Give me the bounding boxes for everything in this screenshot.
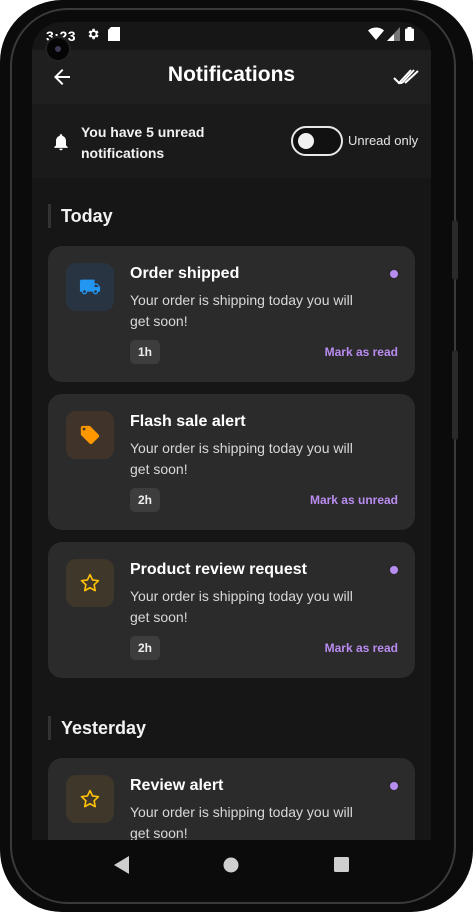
- signal-icon: [387, 27, 400, 41]
- front-camera: [45, 36, 71, 62]
- volume-button: [452, 220, 458, 280]
- unread-banner: You have 5 unread notifications Unread o…: [32, 104, 431, 178]
- unread-count-text: You have 5 unread notifications: [81, 124, 205, 161]
- power-button: [452, 350, 458, 440]
- icon-tile: [66, 775, 114, 823]
- section-header-today: Today: [48, 204, 113, 228]
- unread-dot: [390, 270, 398, 278]
- notification-body: Your order is shipping today you will ge…: [130, 292, 353, 329]
- nav-recents-icon[interactable]: [334, 857, 349, 872]
- star-icon: [80, 789, 100, 808]
- toggle-knob: [298, 133, 314, 149]
- unread-only-toggle[interactable]: [291, 126, 343, 156]
- sd-card-icon: [108, 27, 120, 41]
- mark-as-read-link[interactable]: Mark as read: [325, 641, 398, 655]
- notification-body: Your order is shipping today you will ge…: [130, 588, 353, 625]
- truck-icon: [79, 279, 101, 295]
- status-bar: 3:23: [32, 22, 431, 50]
- notification-body: Your order is shipping today you will ge…: [130, 440, 353, 477]
- icon-tile: [66, 263, 114, 311]
- unread-only-label: Unread only: [348, 133, 419, 148]
- settings-icon: [88, 28, 99, 40]
- notification-title: Flash sale alert: [130, 413, 246, 430]
- nav-back-icon[interactable]: [114, 856, 130, 874]
- icon-tile: [66, 559, 114, 607]
- star-icon: [80, 573, 100, 592]
- done-all-icon[interactable]: [393, 67, 419, 87]
- tag-icon: [80, 425, 100, 445]
- phone-frame: 3:23 Notifications: [0, 0, 473, 912]
- notification-body: Your order is shipping today you will ge…: [130, 804, 353, 840]
- time-badge: 1h: [130, 340, 161, 364]
- unread-dot: [390, 566, 398, 574]
- notification-card[interactable]: Flash sale alert Your order is shipping …: [48, 394, 415, 530]
- bell-icon: [54, 134, 68, 151]
- page-title: Notifications: [167, 63, 296, 86]
- mark-as-read-link[interactable]: Mark as read: [325, 345, 398, 359]
- notification-title: Review alert: [130, 777, 224, 794]
- notification-card[interactable]: Order shipped Your order is shipping tod…: [48, 246, 415, 382]
- notification-card[interactable]: Review alert Your order is shipping toda…: [48, 758, 415, 840]
- notification-title: Product review request: [130, 561, 307, 578]
- screen: 3:23 Notifications: [32, 22, 431, 840]
- time-badge: 2h: [130, 488, 161, 512]
- nav-home-icon[interactable]: [223, 857, 239, 873]
- notification-title: Order shipped: [130, 265, 240, 282]
- notification-card[interactable]: Product review request Your order is shi…: [48, 542, 415, 678]
- icon-tile: [66, 411, 114, 459]
- wifi-icon: [368, 27, 384, 40]
- system-nav-bar: [32, 840, 431, 890]
- mark-as-unread-link[interactable]: Mark as unread: [310, 493, 398, 507]
- section-header-yesterday: Yesterday: [48, 716, 146, 740]
- battery-icon: [405, 27, 414, 41]
- time-badge: 2h: [130, 636, 161, 660]
- unread-dot: [390, 782, 398, 790]
- app-bar: Notifications: [32, 50, 431, 104]
